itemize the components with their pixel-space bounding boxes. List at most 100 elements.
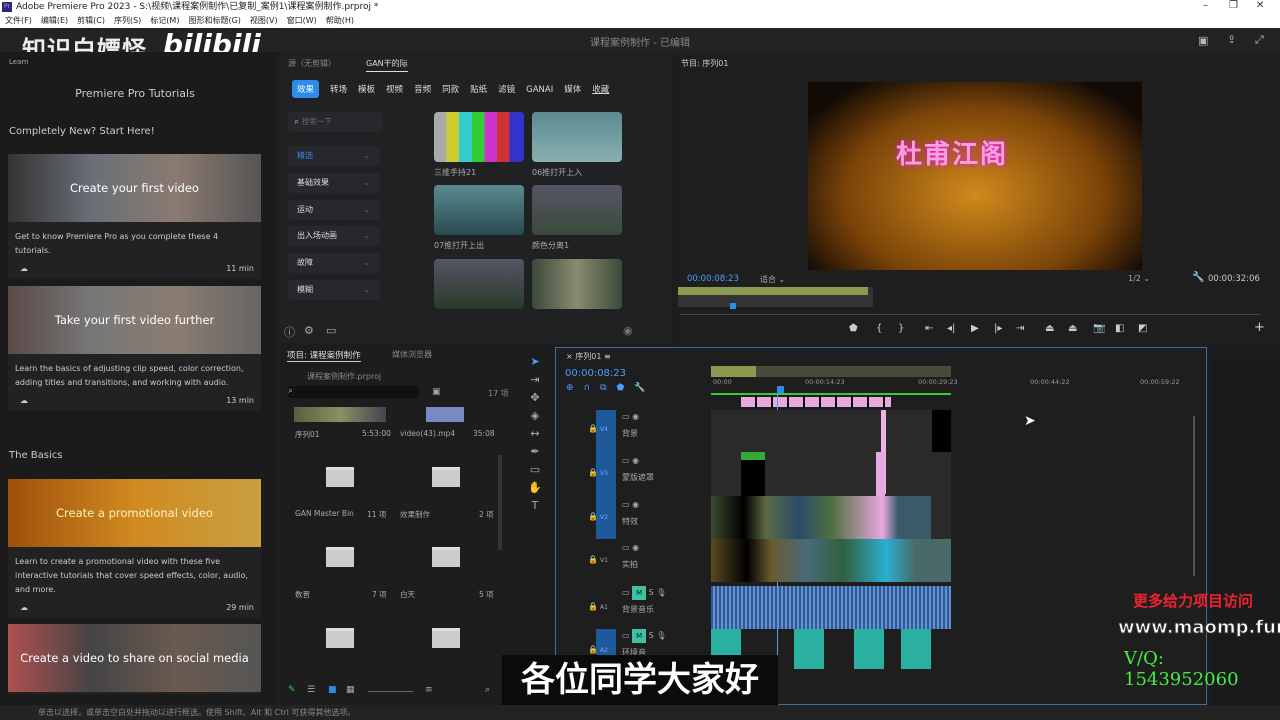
mini-timeline[interactable] bbox=[678, 287, 873, 309]
type-tool-icon[interactable]: T bbox=[520, 499, 550, 517]
category-inout[interactable]: 出入场动画 bbox=[288, 226, 380, 246]
project-scrollbar[interactable] bbox=[498, 455, 502, 550]
find-icon[interactable]: ⌕ bbox=[485, 685, 490, 695]
item-name[interactable]: video(43).mp4 bbox=[400, 429, 455, 438]
project-tab[interactable]: 项目: 课程案例制作 bbox=[287, 349, 361, 362]
lock-icon[interactable]: 🔒 bbox=[588, 512, 598, 521]
share-icon[interactable]: ⇪ bbox=[1227, 33, 1236, 46]
audio-clip-a1[interactable] bbox=[711, 586, 951, 629]
info-icon[interactable]: ⓘ bbox=[284, 324, 295, 340]
proxy-toggle-button[interactable]: ◩ bbox=[1138, 323, 1147, 334]
eye-icon[interactable]: ▭ ◉ bbox=[622, 412, 639, 421]
tab-favorites[interactable]: 收藏 bbox=[592, 83, 609, 95]
timeline-scrollbar[interactable] bbox=[1193, 416, 1195, 576]
menu-help[interactable]: 帮助(H) bbox=[326, 14, 354, 28]
clip[interactable] bbox=[876, 452, 885, 496]
track-id[interactable]: V2 bbox=[600, 514, 608, 521]
add-marker-button[interactable]: ⬟ bbox=[849, 323, 858, 334]
source-tab[interactable]: 源（无剪辑） bbox=[288, 58, 336, 69]
export-frame-icon[interactable]: 📷 bbox=[1093, 323, 1105, 334]
effects-search[interactable]: ⌕ 搜索一下 bbox=[288, 112, 383, 132]
learn-tab[interactable]: Learn bbox=[9, 58, 29, 66]
eye-icon[interactable]: ▭ ◉ bbox=[622, 456, 639, 465]
pen-tool-icon[interactable]: ✒ bbox=[520, 445, 550, 463]
tab-media[interactable]: 媒体 bbox=[564, 83, 581, 95]
sequence-thumbnail[interactable] bbox=[294, 407, 386, 422]
effect-thumbnail[interactable] bbox=[532, 112, 622, 162]
eye-icon[interactable]: ▭ ◉ bbox=[622, 500, 639, 509]
playhead-handle[interactable] bbox=[777, 386, 784, 393]
item-name[interactable]: 效果制作 bbox=[400, 509, 430, 520]
step-back-button[interactable]: ◂| bbox=[947, 323, 955, 334]
tab-audio[interactable]: 音频 bbox=[414, 83, 431, 95]
audio-clip-a2[interactable] bbox=[854, 629, 884, 669]
audio-clip-a2[interactable] bbox=[794, 629, 824, 669]
project-search-input[interactable]: ⌕ bbox=[288, 386, 418, 398]
menu-markers[interactable]: 标记(M) bbox=[150, 14, 179, 28]
menu-file[interactable]: 文件(F) bbox=[5, 14, 32, 28]
lock-icon[interactable]: 🔒 bbox=[588, 645, 598, 654]
mute-button[interactable]: M bbox=[632, 629, 647, 643]
audio-icon[interactable]: ◉ bbox=[623, 324, 633, 337]
add-button[interactable]: + bbox=[1254, 320, 1265, 335]
clip[interactable] bbox=[741, 452, 765, 496]
folder-icon[interactable] bbox=[326, 467, 354, 487]
tutorial-card[interactable]: Create a video to share on social media bbox=[8, 624, 261, 694]
tab-stickers[interactable]: 贴纸 bbox=[470, 83, 487, 95]
category-blur[interactable]: 模糊 bbox=[288, 280, 380, 300]
minimize-button[interactable]: – bbox=[1203, 0, 1208, 11]
timeline-tool-icons[interactable]: ⊕∩⧉⬟🔧 bbox=[566, 383, 656, 393]
menu-window[interactable]: 窗口(W) bbox=[287, 14, 317, 28]
category-featured[interactable]: 精选 bbox=[288, 146, 380, 166]
rectangle-tool-icon[interactable]: ▭ bbox=[520, 463, 550, 481]
folder-icon[interactable] bbox=[326, 547, 354, 567]
effect-thumbnail[interactable] bbox=[532, 185, 622, 235]
tab-transitions[interactable]: 转场 bbox=[330, 83, 347, 95]
sort-icon[interactable]: ≡ bbox=[425, 685, 433, 695]
timeline-timecode[interactable]: 00:00:08:23 bbox=[565, 368, 626, 379]
settings-icon[interactable]: ⚙ bbox=[304, 324, 314, 337]
step-forward-button[interactable]: |▸ bbox=[994, 323, 1002, 334]
video-thumbnail[interactable] bbox=[426, 407, 464, 422]
tutorial-card[interactable]: Create your first video Get to know Prem… bbox=[8, 154, 261, 279]
folder-icon[interactable] bbox=[326, 628, 354, 648]
lock-icon[interactable]: 🔒 bbox=[588, 468, 598, 477]
track-id[interactable]: A2 bbox=[600, 647, 608, 654]
icon-view-icon[interactable]: ■ bbox=[328, 685, 337, 695]
tab-ganai[interactable]: GANAI bbox=[526, 85, 553, 95]
track-id[interactable]: A1 bbox=[600, 604, 608, 611]
track-id[interactable]: V3 bbox=[600, 470, 608, 477]
resolution-dropdown[interactable]: 1/2 ⌄ bbox=[1128, 274, 1150, 283]
play-button[interactable]: ▶ bbox=[971, 323, 979, 334]
mark-out-button[interactable]: } bbox=[898, 323, 904, 334]
item-name[interactable]: 序列01 bbox=[295, 429, 320, 440]
lock-icon[interactable]: 🔒 bbox=[588, 424, 598, 433]
menu-clip[interactable]: 剪辑(C) bbox=[77, 14, 105, 28]
sequence-tab[interactable]: × 序列01 ≡ bbox=[566, 351, 611, 362]
clip-v5[interactable] bbox=[741, 397, 891, 407]
zoom-scrollbar[interactable] bbox=[680, 314, 1260, 315]
category-motion[interactable]: 运动 bbox=[288, 200, 380, 220]
clip-v2[interactable] bbox=[711, 496, 931, 539]
go-to-in-button[interactable]: ⇤ bbox=[925, 323, 933, 334]
clip[interactable] bbox=[932, 410, 951, 452]
eye-icon[interactable]: ▭ ◉ bbox=[622, 543, 639, 552]
mark-in-button[interactable]: { bbox=[876, 323, 882, 334]
track-select-tool-icon[interactable]: ⇥ bbox=[520, 373, 550, 391]
menu-graphics[interactable]: 图形和标题(G) bbox=[188, 14, 240, 28]
effect-thumbnail[interactable] bbox=[434, 185, 524, 235]
wrench-icon[interactable]: 🔧 bbox=[1192, 272, 1204, 283]
zoom-slider[interactable] bbox=[368, 691, 413, 692]
folder-icon[interactable] bbox=[432, 628, 460, 648]
razor-tool-icon[interactable]: ◈ bbox=[520, 409, 550, 427]
tutorial-card[interactable]: Take your first video further Learn the … bbox=[8, 286, 261, 411]
menu-view[interactable]: 视图(V) bbox=[250, 14, 278, 28]
effect-thumbnail[interactable] bbox=[434, 259, 524, 309]
slip-tool-icon[interactable]: ↔ bbox=[520, 427, 550, 445]
workspaces-icon[interactable]: ▣ bbox=[1198, 34, 1208, 47]
work-area-bar[interactable] bbox=[711, 393, 951, 395]
freeform-view-icon[interactable]: ▦ bbox=[346, 685, 355, 695]
item-name[interactable]: GAN Master Bin bbox=[295, 509, 354, 518]
fit-dropdown[interactable]: 适合 ⌄ bbox=[760, 274, 785, 285]
track-id[interactable]: V4 bbox=[600, 426, 608, 433]
